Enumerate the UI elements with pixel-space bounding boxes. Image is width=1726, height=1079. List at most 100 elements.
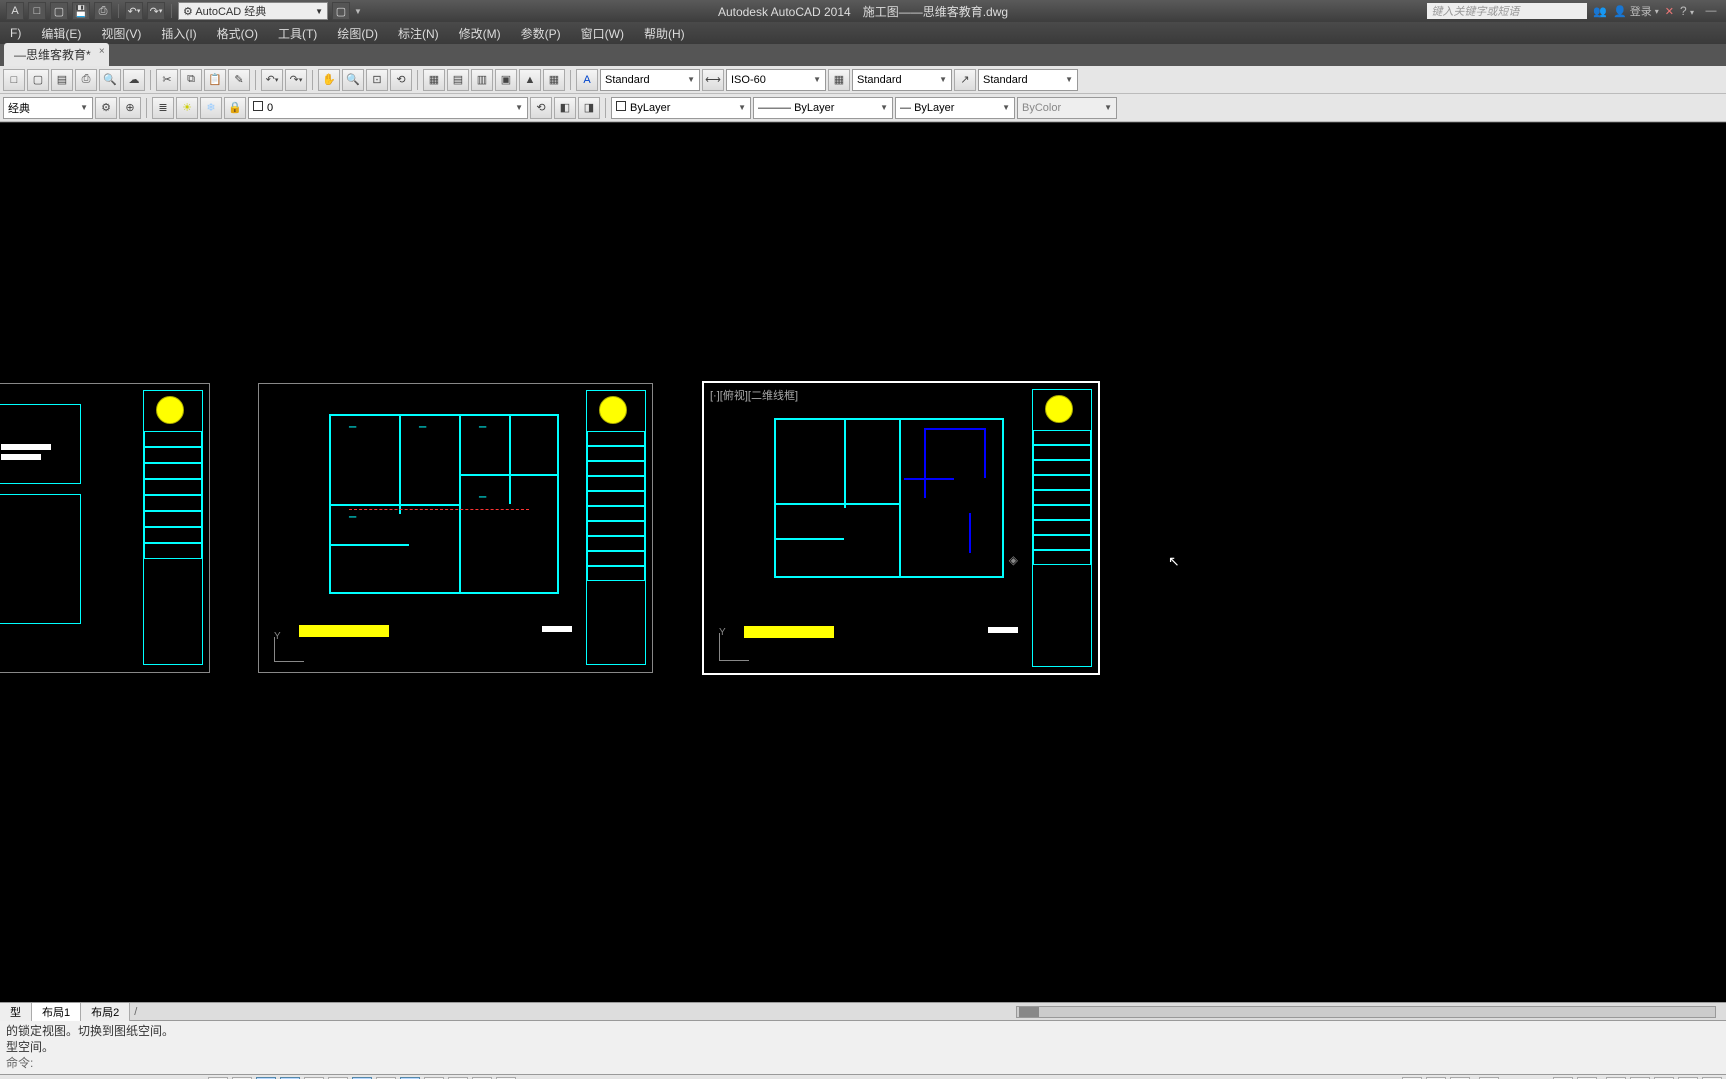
app-menu-icon[interactable]: A xyxy=(6,2,24,20)
layer-manager-icon[interactable]: ≣ xyxy=(152,97,174,119)
layer-prev-icon[interactable]: ⟲ xyxy=(530,97,552,119)
mouse-cursor-icon: ↖ xyxy=(1168,553,1180,569)
login-button[interactable]: 👤 登录 ▾ xyxy=(1613,3,1659,19)
document-tab-row: —思维客教育* × xyxy=(0,44,1726,66)
copy-icon[interactable]: ⧉ xyxy=(180,69,202,91)
scrollbar-thumb[interactable] xyxy=(1019,1007,1039,1017)
color-dropdown[interactable]: ByLayer▼ xyxy=(611,97,751,119)
dimstyle-dropdown[interactable]: ISO-60▼ xyxy=(726,69,826,91)
menu-tools[interactable]: 工具(T) xyxy=(268,22,327,44)
menu-insert[interactable]: 插入(I) xyxy=(151,22,206,44)
sheet-frame-1 xyxy=(0,383,210,673)
tablestyle-dropdown[interactable]: Standard▼ xyxy=(852,69,952,91)
drawing-canvas[interactable]: ━━ ━━ ━━ ━━ ━━ Y [·][俯视][二维线框] xyxy=(0,122,1726,1002)
calc-icon[interactable]: ▦ xyxy=(543,69,565,91)
new-icon[interactable]: □ xyxy=(28,2,46,20)
layer-state-icon[interactable]: ☀ xyxy=(176,97,198,119)
cmd-history-2: 型空间。 xyxy=(6,1039,1720,1055)
layout-tab-row: 型 布局1 布局2 / xyxy=(0,1002,1726,1020)
pan-icon[interactable]: ✋ xyxy=(318,69,340,91)
paste-icon[interactable]: 📋 xyxy=(204,69,226,91)
layer-iso-icon[interactable]: ◧ xyxy=(554,97,576,119)
zoom-prev-icon[interactable]: ⟲ xyxy=(390,69,412,91)
title-block xyxy=(1032,389,1092,667)
horizontal-scrollbar[interactable] xyxy=(1016,1006,1716,1018)
print-icon[interactable]: ⎙ xyxy=(94,2,112,20)
menu-edit[interactable]: 编辑(E) xyxy=(31,22,91,44)
floor-plan: ━━ ━━ ━━ ━━ ━━ xyxy=(329,414,559,594)
exchange-icon[interactable]: ✕ xyxy=(1665,5,1674,18)
ws-settings-icon[interactable]: ⚙ xyxy=(95,97,117,119)
cmd-prompt: 命令: xyxy=(6,1056,33,1070)
textstyle-dropdown[interactable]: Standard▼ xyxy=(600,69,700,91)
mleader-icon[interactable]: ↗ xyxy=(954,69,976,91)
redo-button[interactable]: ↷▾ xyxy=(285,69,307,91)
title-bar: A □ ▢ 💾 ⎙ ↶▾ ↷▾ ⚙ AutoCAD 经典 ▼ ▢ ▼ Autod… xyxy=(0,0,1726,22)
sheet-set-icon[interactable]: ▣ xyxy=(495,69,517,91)
sheet-frame-3-active[interactable]: [·][俯视][二维线框] xyxy=(702,381,1100,675)
match-icon[interactable]: ✎ xyxy=(228,69,250,91)
markup-icon[interactable]: ▲ xyxy=(519,69,541,91)
menu-help[interactable]: 帮助(H) xyxy=(634,22,695,44)
menu-dimension[interactable]: 标注(N) xyxy=(388,22,449,44)
lineweight-dropdown[interactable]: — ByLayer▼ xyxy=(895,97,1015,119)
save-icon[interactable]: 💾 xyxy=(72,2,90,20)
menu-modify[interactable]: 修改(M) xyxy=(449,22,511,44)
title-block xyxy=(586,390,646,665)
layer-dropdown[interactable]: 0 ▼ xyxy=(248,97,528,119)
second-workspace-dropdown[interactable]: 经典▼ xyxy=(3,97,93,119)
plotstyle-dropdown[interactable]: ByColor▼ xyxy=(1017,97,1117,119)
floor-plan xyxy=(774,418,1004,578)
menu-view[interactable]: 视图(V) xyxy=(91,22,151,44)
cut-icon[interactable]: ✂ xyxy=(156,69,178,91)
textstyle-icon[interactable]: A xyxy=(576,69,598,91)
properties-icon[interactable]: ▦ xyxy=(423,69,445,91)
dimstyle-icon[interactable]: ⟷ xyxy=(702,69,724,91)
toolbar-area: □ ▢ ▤ ⎙ 🔍 ☁ ✂ ⧉ 📋 ✎ ↶▾ ↷▾ ✋ 🔍 ⊡ ⟲ ▦ ▤ ▥ … xyxy=(0,66,1726,122)
layer-lock-icon[interactable]: 🔒 xyxy=(224,97,246,119)
menu-draw[interactable]: 绘图(D) xyxy=(327,22,388,44)
ws-save-icon[interactable]: ⊕ xyxy=(119,97,141,119)
viewport-label[interactable]: [·][俯视][二维线框] xyxy=(710,387,798,403)
layer-match-icon[interactable]: ◨ xyxy=(578,97,600,119)
preview-icon[interactable]: 🔍 xyxy=(99,69,121,91)
save-file-icon[interactable]: ▤ xyxy=(51,69,73,91)
menu-window[interactable]: 窗口(W) xyxy=(571,22,634,44)
qat-extra-icon[interactable]: ▢ xyxy=(332,2,350,20)
plot-icon[interactable]: ⎙ xyxy=(75,69,97,91)
publish-icon[interactable]: ☁ xyxy=(123,69,145,91)
tool-palette-icon[interactable]: ▥ xyxy=(471,69,493,91)
zoom-rt-icon[interactable]: 🔍 xyxy=(342,69,364,91)
undo-icon[interactable]: ↶▾ xyxy=(125,2,143,20)
layer-freeze-icon[interactable]: ❄ xyxy=(200,97,222,119)
undo-button[interactable]: ↶▾ xyxy=(261,69,283,91)
close-icon[interactable]: × xyxy=(99,46,105,57)
zoom-win-icon[interactable]: ⊡ xyxy=(366,69,388,91)
open-file-icon[interactable]: ▢ xyxy=(27,69,49,91)
minimize-button[interactable]: — xyxy=(1700,3,1722,19)
redo-icon[interactable]: ↷▾ xyxy=(147,2,165,20)
search-input[interactable]: 键入关键字或短语 xyxy=(1427,3,1587,19)
workspace-dropdown[interactable]: ⚙ AutoCAD 经典 ▼ xyxy=(178,2,328,20)
layout-tab-1[interactable]: 布局1 xyxy=(32,1003,81,1021)
help-icon[interactable]: ? ▾ xyxy=(1680,4,1694,18)
layout-tab-2[interactable]: 布局2 xyxy=(81,1003,130,1021)
design-center-icon[interactable]: ▤ xyxy=(447,69,469,91)
app-title: Autodesk AutoCAD 2014 施工图——思维客教育.dwg xyxy=(718,3,1008,20)
menu-bar: F) 编辑(E) 视图(V) 插入(I) 格式(O) 工具(T) 绘图(D) 标… xyxy=(0,22,1726,44)
open-icon[interactable]: ▢ xyxy=(50,2,68,20)
menu-file[interactable]: F) xyxy=(0,22,31,44)
menu-format[interactable]: 格式(O) xyxy=(207,22,268,44)
linetype-dropdown[interactable]: ——— ByLayer▼ xyxy=(753,97,893,119)
infocenter-icon[interactable]: 👥 xyxy=(1593,5,1607,18)
command-line[interactable]: 的锁定视图。切换到图纸空间。 型空间。 命令: xyxy=(0,1020,1726,1074)
mleader-dropdown[interactable]: Standard▼ xyxy=(978,69,1078,91)
document-tab[interactable]: —思维客教育* × xyxy=(4,43,109,66)
document-tab-label: —思维客教育* xyxy=(14,48,91,62)
menu-parametric[interactable]: 参数(P) xyxy=(511,22,571,44)
tablestyle-icon[interactable]: ▦ xyxy=(828,69,850,91)
title-block xyxy=(143,390,203,665)
workspace-label: AutoCAD 经典 xyxy=(195,6,266,18)
layout-tab-model[interactable]: 型 xyxy=(0,1003,32,1021)
new-file-icon[interactable]: □ xyxy=(3,69,25,91)
